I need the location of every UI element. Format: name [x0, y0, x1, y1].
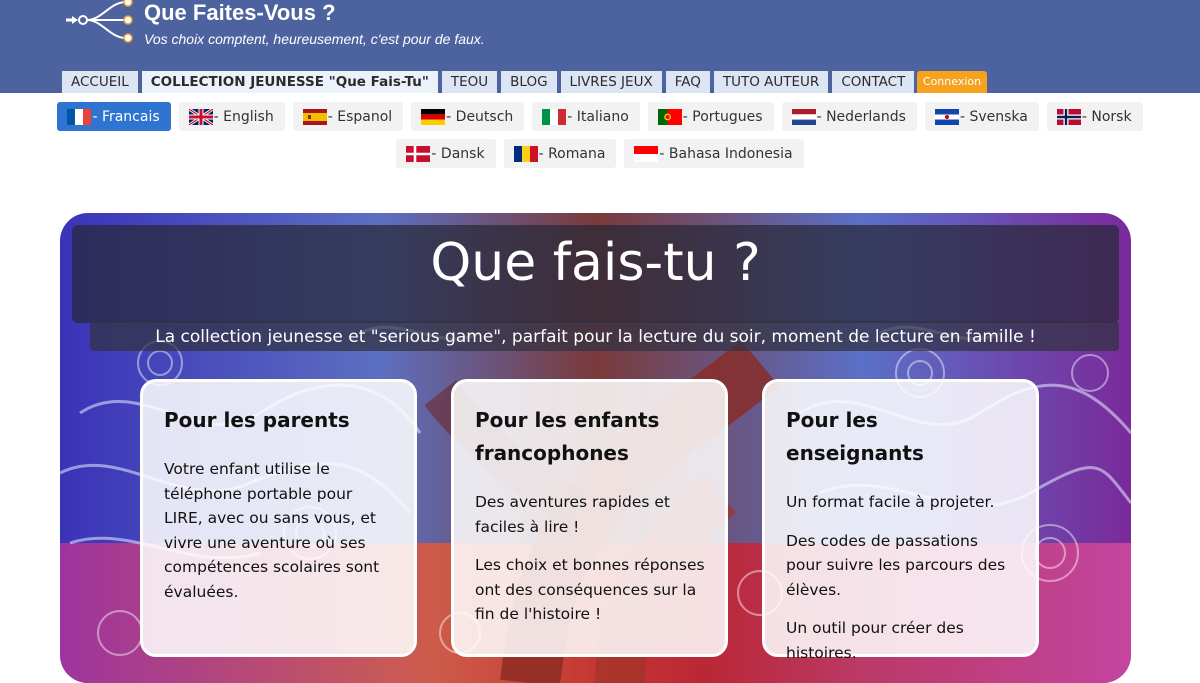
hero-title: Que fais-tu ?	[430, 233, 761, 293]
lang-button-svenska[interactable]: - Svenska	[924, 102, 1039, 131]
denmark-flag-icon	[406, 145, 431, 162]
site-title[interactable]: Que Faites-Vous ?	[144, 0, 336, 26]
lang-button-espanol[interactable]: - Espanol	[292, 102, 404, 131]
lang-button-francais[interactable]: - Francais	[57, 102, 171, 131]
uk-flag-icon	[188, 108, 213, 125]
language-selector: - Francais - English - Espanol - Deutsch…	[0, 102, 1200, 176]
lang-label: - Bahasa Indonesia	[659, 145, 793, 162]
card-text: Les choix et bonnes réponses ont des con…	[475, 556, 705, 623]
lang-button-deutsch[interactable]: - Deutsch	[411, 102, 525, 131]
lang-button-romana[interactable]: - Romana	[503, 139, 617, 168]
nav-tab-faq[interactable]: FAQ	[665, 71, 710, 93]
card-text: Votre enfant utilise le téléphone portab…	[164, 460, 380, 601]
netherlands-flag-icon	[791, 108, 816, 125]
site-tagline: Vos choix comptent, heureusement, c'est …	[144, 31, 485, 47]
nav-tab-teou[interactable]: TEOU	[441, 71, 498, 93]
lang-label: - Norsk	[1081, 108, 1132, 125]
card-text: Des aventures rapides et faciles à lire …	[475, 493, 670, 536]
nav-tab-blog[interactable]: BLOG	[501, 71, 557, 93]
card-enseignants: Pour les enseignants Un format facile à …	[762, 379, 1039, 662]
lang-button-norsk[interactable]: - Norsk	[1046, 102, 1143, 131]
nav-tab-tuto-auteur[interactable]: TUTO AUTEUR	[713, 71, 829, 93]
lang-label: - Nederlands	[816, 108, 906, 125]
card-title: Pour les parents	[164, 408, 350, 432]
card-text: Un format facile à projeter.	[786, 493, 995, 511]
network-nodes-icon[interactable]	[62, 0, 140, 46]
france-flag-icon	[67, 108, 92, 125]
lang-label: - Espanol	[327, 108, 393, 125]
nav-tab-contact[interactable]: CONTACT	[832, 71, 915, 93]
lang-label: - Svenska	[959, 108, 1028, 125]
nav-tab-livres-jeux[interactable]: LIVRES JEUX	[560, 71, 662, 93]
lang-button-english[interactable]: - English	[178, 102, 285, 131]
nav-tab-collection-jeunesse[interactable]: COLLECTION JEUNESSE "Que Fais-Tu"	[141, 71, 438, 93]
romania-flag-icon	[513, 145, 538, 162]
lang-label: - Portugues	[682, 108, 763, 125]
card-title: Pour les enfants francophones	[475, 408, 660, 465]
site-header: Que Faites-Vous ? Vos choix comptent, he…	[0, 0, 1200, 93]
svenska-flag-icon	[934, 108, 959, 125]
norway-flag-icon	[1056, 108, 1081, 125]
lang-label: - Dansk	[431, 145, 485, 162]
card-enfants: Pour les enfants francophones Des aventu…	[451, 379, 728, 657]
lang-button-dansk[interactable]: - Dansk	[396, 139, 496, 168]
lang-label: - English	[213, 108, 274, 125]
card-parents: Pour les parents Votre enfant utilise le…	[140, 379, 417, 657]
card-text: Un outil pour créer des histoires.	[786, 619, 964, 662]
nav-tab-accueil[interactable]: ACCUEIL	[62, 71, 138, 93]
lang-button-portugues[interactable]: - Portugues	[647, 102, 774, 131]
lang-label: - Italiano	[567, 108, 629, 125]
lang-label: - Francais	[92, 108, 160, 125]
card-text: Des codes de passations pour suivre les …	[786, 531, 1006, 599]
indonesia-flag-icon	[634, 145, 659, 162]
hero-section: Que fais-tu ? La collection jeunesse et …	[60, 213, 1131, 683]
germany-flag-icon	[421, 108, 446, 125]
lang-button-nederlands[interactable]: - Nederlands	[781, 102, 917, 131]
spain-flag-icon	[302, 108, 327, 125]
hero-subtitle: La collection jeunesse et "serious game"…	[155, 327, 1036, 347]
card-title: Pour les enseignants	[786, 408, 924, 465]
login-button[interactable]: Connexion	[917, 71, 987, 93]
portugal-flag-icon	[657, 108, 682, 125]
language-row: - Dansk - Romana - Bahasa Indonesia	[0, 139, 1200, 168]
lang-label: - Romana	[538, 145, 606, 162]
lang-button-bahasa-indonesia[interactable]: - Bahasa Indonesia	[624, 139, 804, 168]
lang-button-italiano[interactable]: - Italiano	[532, 102, 640, 131]
language-row: - Francais - English - Espanol - Deutsch…	[0, 102, 1200, 131]
lang-label: - Deutsch	[446, 108, 514, 125]
main-nav: ACCUEIL COLLECTION JEUNESSE "Que Fais-Tu…	[62, 71, 915, 93]
italy-flag-icon	[542, 108, 567, 125]
